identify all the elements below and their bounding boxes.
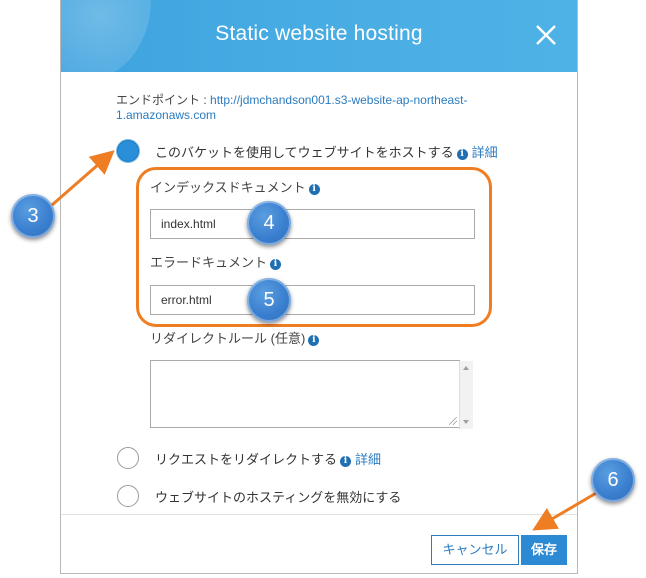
annotation-arrows	[51, 150, 599, 531]
arrow-to-host-option	[51, 150, 115, 207]
callout-badge-4: 4	[247, 201, 291, 245]
callout-badge-6: 6	[591, 458, 635, 502]
arrow-to-save-button	[532, 490, 599, 531]
callout-badge-5: 5	[247, 278, 291, 322]
callout-badge-3: 3	[11, 194, 55, 238]
